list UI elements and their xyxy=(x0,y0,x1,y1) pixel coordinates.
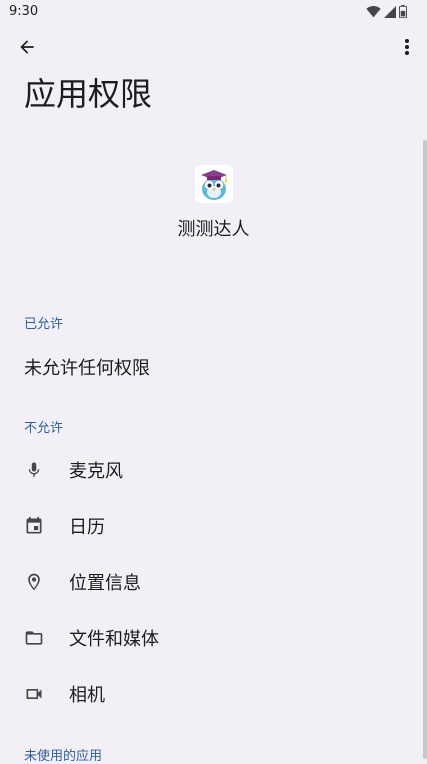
more-vertical-icon xyxy=(404,38,410,60)
permission-label: 文件和媒体 xyxy=(69,629,159,650)
permission-item-calendar[interactable]: 日历 xyxy=(0,498,423,554)
permission-item-location[interactable]: 位置信息 xyxy=(0,554,423,610)
app-name: 测测达人 xyxy=(177,219,250,240)
status-icons xyxy=(366,3,408,22)
permission-item-files-media[interactable]: 文件和媒体 xyxy=(0,610,423,666)
permission-label: 位置信息 xyxy=(69,573,141,594)
calendar-icon xyxy=(22,514,46,538)
section-header-unused-apps: 未使用的应用 xyxy=(24,749,103,764)
wifi-icon xyxy=(366,3,381,22)
more-options-button[interactable] xyxy=(395,34,419,64)
videocam-icon xyxy=(22,682,46,706)
denied-permission-list: 麦克风 日历 位置信息 文件和媒体 相机 xyxy=(0,442,423,722)
no-permissions-allowed-text: 未允许任何权限 xyxy=(24,358,150,379)
page-title: 应用权限 xyxy=(24,75,153,113)
status-time: 9:30 xyxy=(9,4,39,19)
app-header: 测测达人 xyxy=(0,165,427,241)
permission-item-microphone[interactable]: 麦克风 xyxy=(0,442,423,498)
microphone-icon xyxy=(22,458,46,482)
permission-label: 日历 xyxy=(69,517,105,538)
folder-icon xyxy=(22,626,46,650)
owl-graduate-app-icon xyxy=(194,165,233,203)
permission-item-camera[interactable]: 相机 xyxy=(0,666,423,722)
permission-label: 相机 xyxy=(69,685,105,706)
arrow-back-icon xyxy=(17,37,37,61)
permission-label: 麦克风 xyxy=(69,461,123,482)
back-button[interactable] xyxy=(12,34,42,64)
section-header-denied: 不允许 xyxy=(24,421,64,436)
battery-icon xyxy=(398,3,408,22)
toolbar xyxy=(0,32,427,68)
section-header-allowed: 已允许 xyxy=(24,317,64,332)
location-icon xyxy=(22,570,46,594)
cellular-signal-icon xyxy=(384,3,396,22)
status-bar: 9:30 xyxy=(0,0,427,24)
